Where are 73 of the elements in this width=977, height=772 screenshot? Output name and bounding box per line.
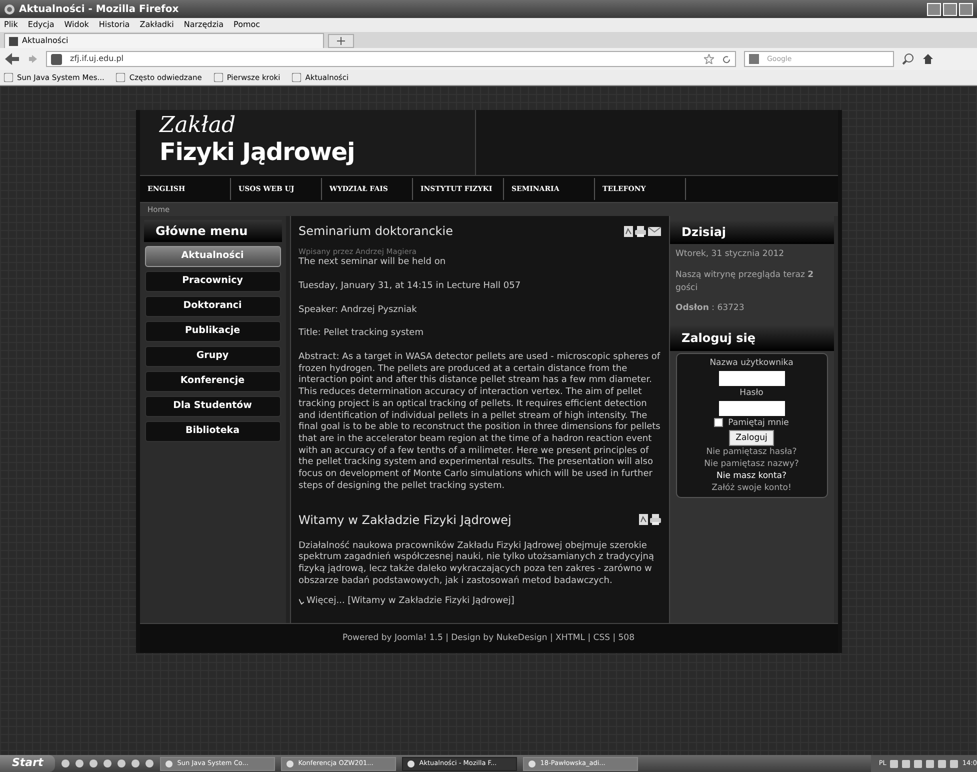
logo-title: Fizyki Jądrowej	[160, 138, 356, 166]
article-paragraph: Title: Pellet tracking system	[298, 328, 424, 340]
browser-tab[interactable]: Aktualności	[4, 33, 324, 48]
recovery-link[interactable]: Nie pamiętasz hasła?	[706, 447, 797, 458]
footer-text: Powered by Joomla! 1.5 | Design by NukeDesign | XHTML | CSS | 508	[342, 632, 634, 645]
email-icon[interactable]	[648, 226, 660, 236]
visitors-text: Naszą witrynę przegląda teraz 2 gości	[676, 268, 815, 294]
menu-item[interactable]: Historia	[98, 19, 130, 31]
pdf-icon[interactable]	[638, 514, 648, 525]
plus-icon	[337, 37, 345, 45]
new-tab-button[interactable]	[328, 34, 354, 48]
article-title: Seminarium doktoranckie	[298, 223, 453, 240]
menu-link[interactable]: Biblioteka	[144, 421, 280, 442]
star-icon[interactable]	[704, 54, 714, 64]
register-link[interactable]: Załóż swoje konto!	[712, 483, 792, 494]
article-paragraph: Speaker: Andrzej Pyszniak	[298, 304, 418, 316]
menu-link[interactable]: Doktoranci	[144, 296, 280, 317]
login-button[interactable]: Zaloguj	[728, 430, 774, 446]
date-text: Wtorek, 31 stycznia 2012	[676, 248, 786, 261]
menu-item[interactable]: Zakładki	[140, 19, 174, 31]
bookmark-icon	[4, 73, 13, 82]
menu-item[interactable]: Edycja	[28, 19, 54, 31]
address-field[interactable]: zfj.if.uj.edu.pl	[46, 51, 736, 67]
site-icon	[51, 54, 62, 64]
no-account-text: Nie masz konta?	[716, 471, 786, 482]
menu-link[interactable]: Aktualności	[144, 246, 280, 267]
recovery-link[interactable]: Nie pamiętasz nazwy?	[704, 459, 799, 470]
print-icon[interactable]	[650, 514, 660, 525]
remember-label: Pamiętaj mnie	[728, 416, 789, 430]
minimize-button[interactable]	[927, 2, 941, 16]
window-icon	[165, 760, 174, 768]
home-icon[interactable]	[922, 53, 934, 65]
start-button[interactable]: Start	[0, 755, 56, 772]
window-icon	[528, 760, 536, 768]
bookmark-icon	[116, 73, 126, 82]
window-icon	[286, 760, 294, 768]
menu-header: Główne menu	[144, 220, 282, 242]
hits-text: Odsłon : 63723	[676, 302, 746, 315]
menu-link[interactable]: Publikacje	[144, 321, 280, 342]
close-button[interactable]	[959, 2, 973, 16]
username-field[interactable]	[718, 370, 784, 386]
article-title: Witamy w Zakładzie Fizyki Jądrowej	[298, 512, 512, 528]
menu-item[interactable]: Widok	[64, 19, 89, 31]
logo-script: Zakład	[160, 114, 237, 138]
site-icon	[9, 36, 18, 46]
article-paragraph: Działalność naukowa pracowników Zakładu Fizyki Jądrowej obejmuje szerokie spektrum zagadnień współczesnej nauki, nie tylko utożsamianych z tradycyjną fizyką jądrową, lecz także daleko wykraczających poza ten zakres - zarówno w obszarze badań podstawowych, jak i zastosowań metod badawczych.	[298, 540, 655, 588]
pdf-icon[interactable]	[624, 226, 632, 236]
menu-link[interactable]: Pracownicy	[144, 271, 280, 292]
search-icon[interactable]	[902, 53, 914, 65]
password-label: Hasło	[740, 386, 764, 400]
window-title: Aktualności - Mozilla Firefox	[19, 2, 179, 16]
maximize-button[interactable]	[943, 2, 957, 16]
panel-header: Dzisiaj	[670, 220, 834, 244]
panel-header: Zaloguj się	[670, 325, 834, 351]
print-icon[interactable]	[634, 226, 646, 236]
menu-item[interactable]: Plik	[4, 19, 18, 31]
menu-link[interactable]: Konferencje	[144, 371, 280, 392]
article-paragraph: Abstract: As a target in WASA detector pellets are used - microscopic spheres of frozen hydrogen. The pellets are produced at a certain distance from the interaction point and after this distance pellet stream has a few mm diameter. This reduces determination accuracy of interaction vertex. The aim of pellet tracking project is an optical tracking of pellets. It requires efficient detection and identification of individual pellets in a pellet stream of high intensity. The final goal is to be able to reconstruct the position in three dimensions for pellets that are in the accelerator beam region at the time of a hadron reaction event with an accuracy of a few tenths of a milimeter. Here we present principles of the pellet tracking system and experimental results. The presentation will also focus on development of Monte Carlo simulations which will be used in further steps of designing the pellet tracking system.	[298, 352, 660, 492]
bookmark-icon	[292, 73, 302, 82]
article-paragraph: Tuesday, January 31, at 14:15 in Lecture Hall 057	[298, 280, 522, 293]
menu-link[interactable]: Grupy	[144, 346, 280, 367]
read-more-link[interactable]: Więcej... [Witamy w Zakładzie Fizyki Jądrowej]	[306, 595, 514, 609]
remember-checkbox[interactable]	[714, 418, 724, 428]
article-paragraph: The next seminar will be held on	[298, 257, 447, 269]
password-field[interactable]	[718, 400, 784, 416]
menu-item[interactable]: Pomoc	[234, 19, 260, 31]
menu-item[interactable]: Narzędzia	[184, 19, 224, 31]
window-icon	[407, 760, 416, 768]
bookmark-icon	[214, 73, 223, 82]
back-icon[interactable]	[4, 52, 20, 66]
reload-icon[interactable]	[722, 54, 731, 64]
username-label: Nazwa użytkownika	[710, 357, 794, 370]
menu-link[interactable]: Dla Studentów	[144, 396, 280, 417]
